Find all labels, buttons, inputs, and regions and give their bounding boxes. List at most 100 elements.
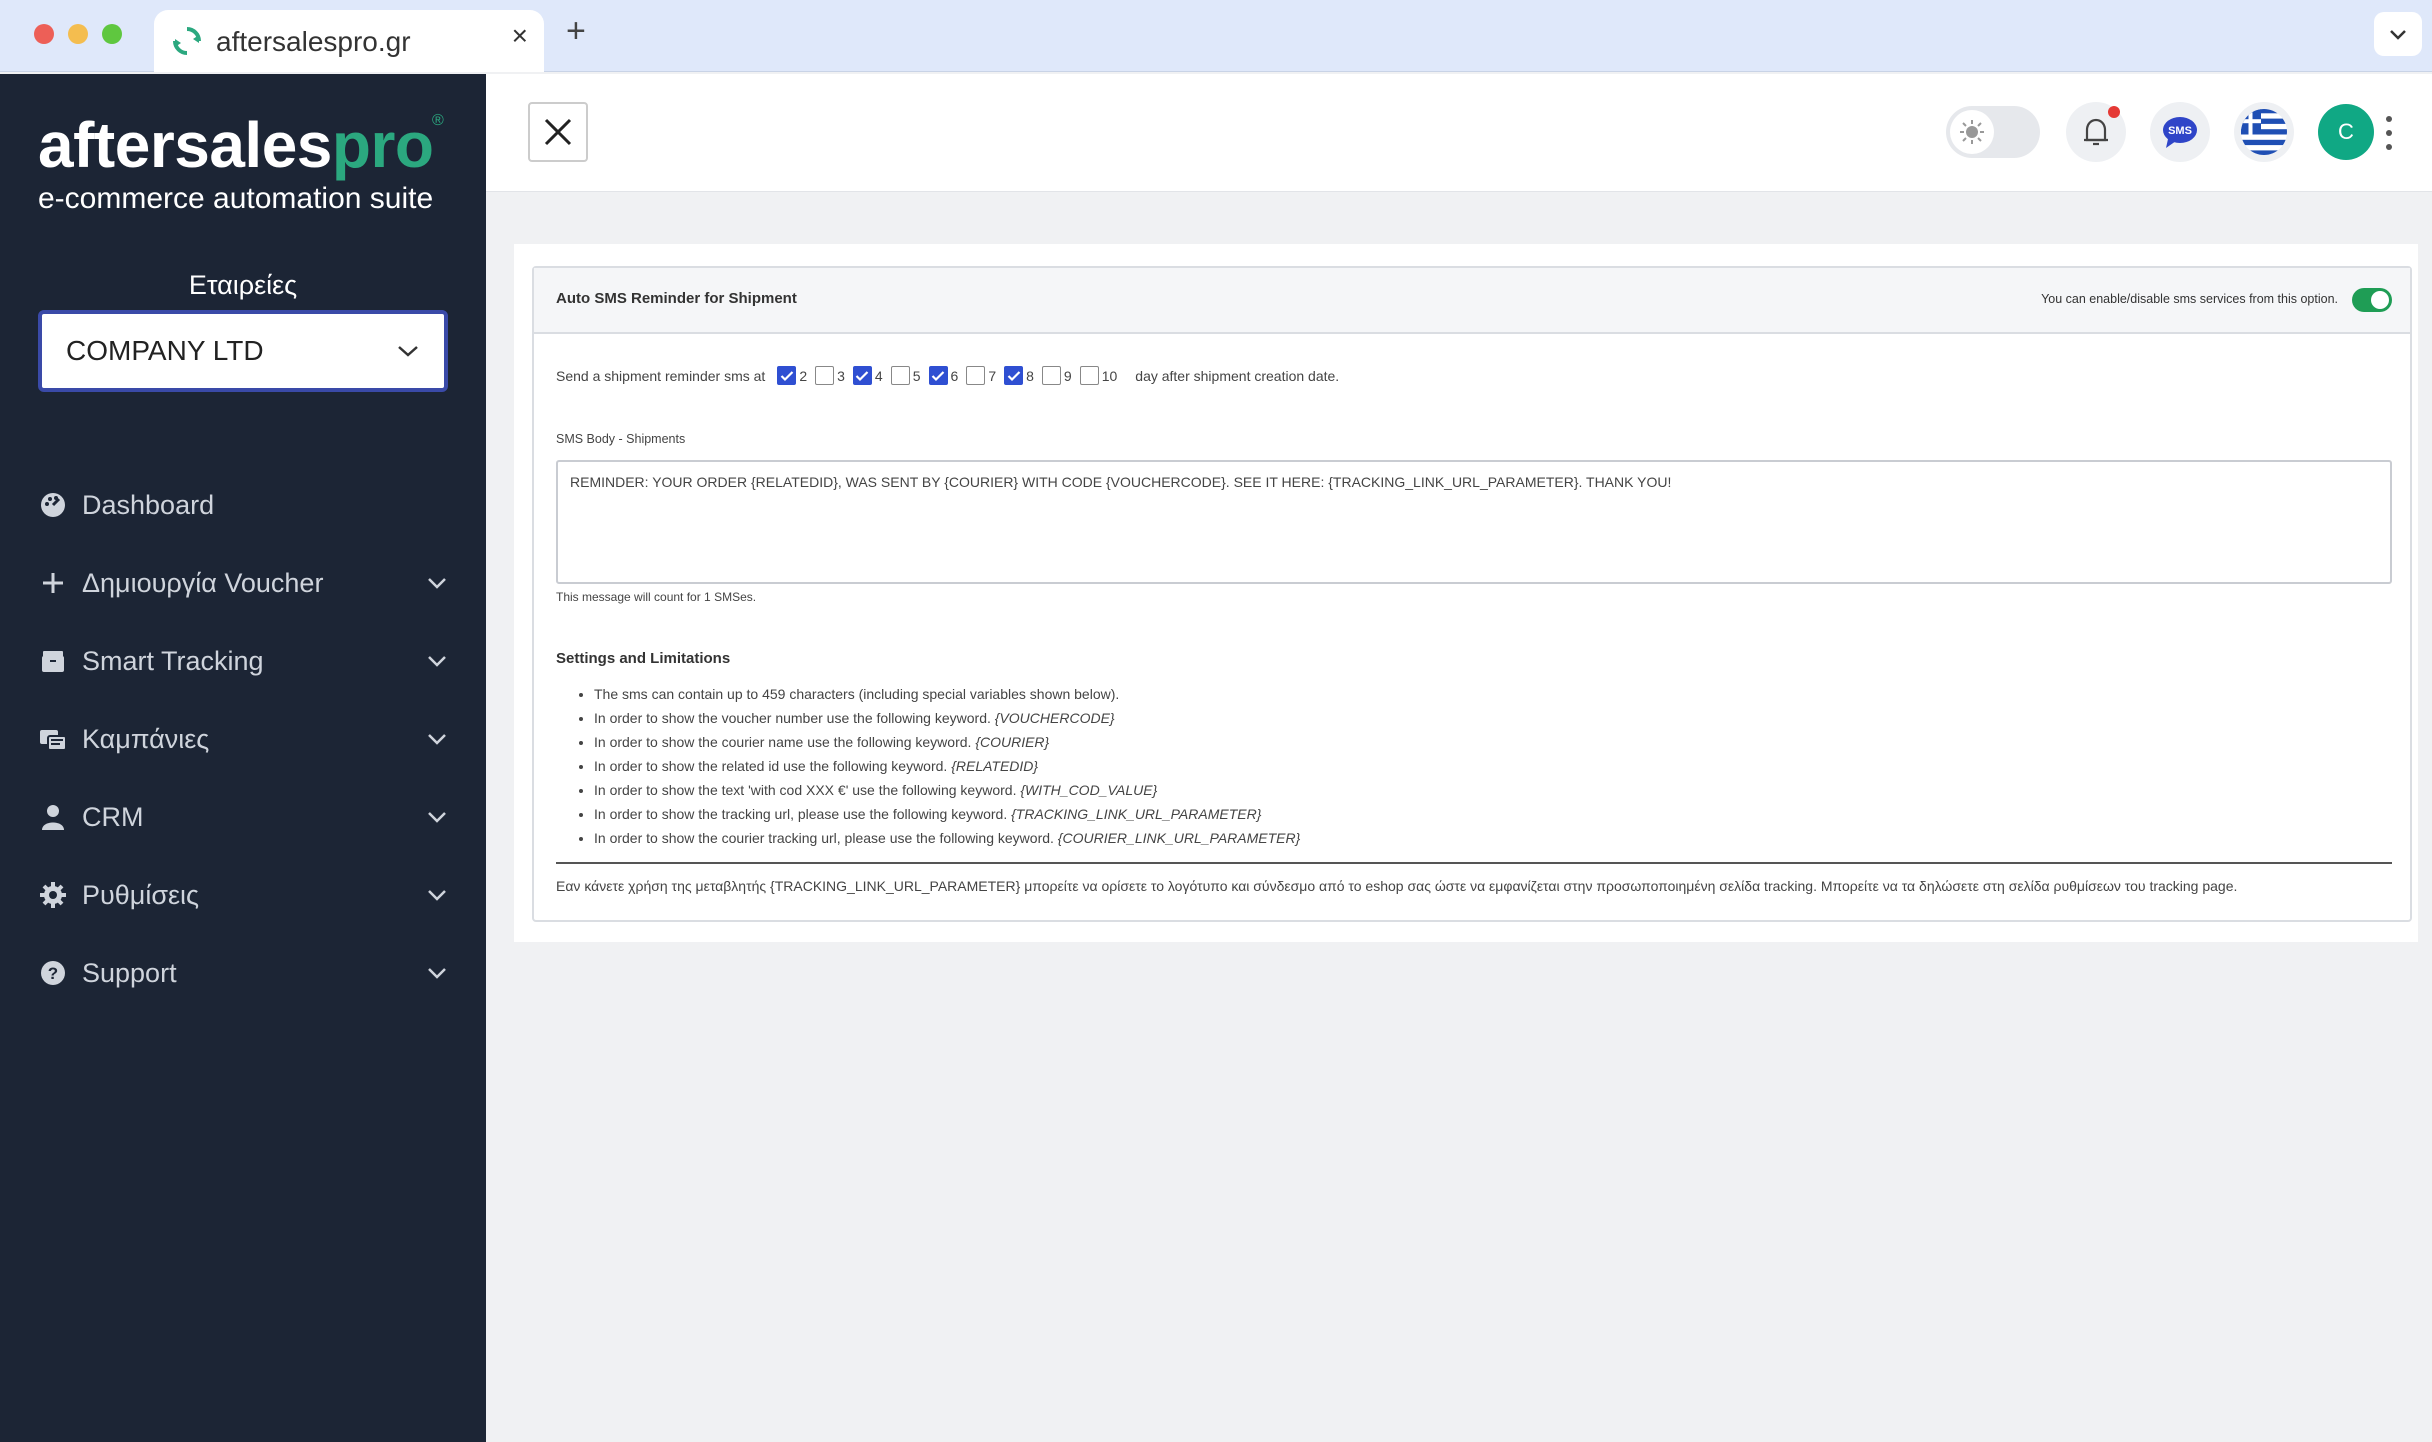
chevron-down-icon	[398, 346, 418, 357]
greek-flag-icon	[2241, 109, 2287, 155]
campaign-icon	[38, 724, 68, 754]
logo-tagline: e-commerce automation suite	[38, 182, 434, 215]
day-option[interactable]: 8	[1004, 366, 1034, 385]
day-label: 7	[988, 367, 997, 384]
chevron-down-icon	[428, 812, 446, 823]
sidebar-nav: Dashboard Δημιουργία Voucher Smart Track…	[0, 466, 486, 1012]
logo-text: aftersales	[38, 109, 332, 181]
chevron-down-icon	[428, 734, 446, 745]
check-icon	[780, 370, 794, 381]
reminder-lead-text: Send a shipment reminder sms at	[556, 367, 766, 384]
svg-text:?: ?	[48, 964, 58, 983]
day-label: 5	[912, 367, 921, 384]
sidebar-item-crm[interactable]: CRM	[0, 778, 486, 856]
settings-text: In order to show the tracking url, pleas…	[594, 806, 1012, 822]
avatar[interactable]: C	[2318, 104, 2374, 160]
day-option[interactable]: 6	[928, 366, 958, 385]
bell-icon	[2084, 118, 2108, 146]
tab-close-icon[interactable]: ×	[512, 20, 528, 52]
chevron-down-icon	[428, 578, 446, 589]
language-button[interactable]	[2234, 102, 2294, 162]
company-label: Εταιρείες	[188, 270, 298, 300]
settings-text: The sms can contain up to 459 characters…	[594, 686, 1120, 702]
more-options-icon[interactable]	[2384, 116, 2394, 150]
settings-keyword: {VOUCHERCODE}	[994, 710, 1115, 726]
day-label: 9	[1063, 367, 1072, 384]
browser-tab[interactable]: aftersalespro.gr ×	[154, 10, 544, 72]
sidebar-item-create-voucher[interactable]: Δημιουργία Voucher	[0, 544, 486, 622]
day-option[interactable]: 2	[777, 366, 807, 385]
day-checkbox[interactable]	[1041, 366, 1061, 385]
sidebar-item-settings[interactable]: Ρυθμίσεις	[0, 856, 486, 934]
day-checkbox[interactable]	[777, 366, 797, 385]
close-button[interactable]	[528, 102, 588, 162]
day-option[interactable]: 9	[1041, 366, 1072, 385]
check-icon	[856, 370, 869, 381]
browser-toolbar: aftersalespro.gr × +	[0, 0, 2432, 72]
sidebar-item-smart-tracking[interactable]: Smart Tracking	[0, 622, 486, 700]
dashboard-icon	[38, 490, 68, 520]
window-zoom-dot[interactable]	[102, 24, 122, 44]
divider	[556, 862, 2392, 864]
tab-list-button[interactable]	[2374, 12, 2422, 56]
gear-icon	[38, 880, 68, 910]
day-option[interactable]: 10	[1079, 366, 1117, 385]
reminder-days-row: Send a shipment reminder sms at 2 3 4 5 6 7 8 9…	[556, 366, 1339, 385]
favicon-icon	[173, 27, 201, 55]
window-close-dot[interactable]	[34, 24, 54, 44]
logo-registered-mark: ®	[432, 112, 444, 129]
days-checkbox-group: 2 3 4 5 6 7 8 9 10	[777, 366, 1125, 385]
sidebar-item-label: CRM	[82, 801, 144, 832]
day-checkbox[interactable]	[966, 366, 986, 385]
settings-title: Settings and Limitations	[556, 650, 731, 667]
help-icon: ?	[38, 958, 68, 988]
day-checkbox[interactable]	[815, 366, 835, 385]
day-checkbox[interactable]	[1004, 366, 1024, 385]
company-select[interactable]: COMPANY LTD	[38, 310, 448, 392]
settings-keyword: {WITH_COD_VALUE}	[1020, 782, 1158, 798]
logo-text-accent: pro	[331, 109, 434, 181]
tab-title: aftersalespro.gr	[216, 26, 411, 57]
top-header: SMS C	[486, 74, 2432, 192]
sidebar-item-label: Smart Tracking	[82, 645, 264, 676]
notifications-button[interactable]	[2066, 102, 2126, 162]
chevron-down-icon	[2390, 30, 2406, 40]
window-minimize-dot[interactable]	[68, 24, 88, 44]
chevron-down-icon	[428, 656, 446, 667]
tracking-footer-note: Εαν κάνετε χρήση της μεταβλητής {TRACKIN…	[556, 878, 2238, 894]
company-select-value: COMPANY LTD	[66, 335, 264, 366]
sms-badge-text: SMS	[2168, 125, 2192, 137]
day-label: 4	[874, 367, 883, 384]
sidebar: aftersalespro ® e-commerce automation su…	[0, 74, 486, 1442]
sms-button[interactable]: SMS	[2150, 102, 2210, 162]
sidebar-item-dashboard[interactable]: Dashboard	[0, 466, 486, 544]
day-option[interactable]: 3	[815, 366, 845, 385]
card-title: Auto SMS Reminder for Shipment	[556, 290, 797, 307]
day-option[interactable]: 4	[852, 366, 883, 385]
day-checkbox[interactable]	[1079, 366, 1099, 385]
day-option[interactable]: 5	[890, 366, 921, 385]
sms-enable-toggle[interactable]	[2352, 288, 2392, 312]
day-option[interactable]: 7	[966, 366, 996, 385]
check-icon	[931, 370, 945, 381]
sidebar-item-label: Dashboard	[82, 489, 215, 520]
close-icon	[544, 118, 572, 146]
sidebar-item-support[interactable]: ? Support	[0, 934, 486, 1012]
reminder-tail-text: day after shipment creation date.	[1135, 367, 1340, 384]
settings-keyword: {RELATEDID}	[951, 758, 1039, 774]
sidebar-item-label: Ρυθμίσεις	[82, 879, 200, 910]
day-checkbox[interactable]	[890, 366, 910, 385]
brand-logo[interactable]: aftersalespro ® e-commerce automation su…	[38, 109, 444, 216]
settings-text: In order to show the courier name use th…	[594, 734, 976, 750]
card-header: Auto SMS Reminder for Shipment You can e…	[534, 268, 2410, 334]
sidebar-item-campaigns[interactable]: Καμπάνιες	[0, 700, 486, 778]
chevron-down-icon	[428, 968, 446, 979]
sidebar-item-label: Καμπάνιες	[82, 723, 210, 754]
day-checkbox[interactable]	[928, 366, 948, 385]
sms-body-textarea[interactable]: REMINDER: YOUR ORDER {RELATEDID}, WAS SE…	[556, 460, 2392, 584]
notification-dot	[2108, 106, 2120, 118]
new-tab-button[interactable]: +	[566, 12, 586, 51]
theme-toggle[interactable]	[1946, 106, 2040, 158]
settings-list: The sms can contain up to 459 characters…	[594, 682, 1300, 850]
day-checkbox[interactable]	[852, 366, 872, 385]
